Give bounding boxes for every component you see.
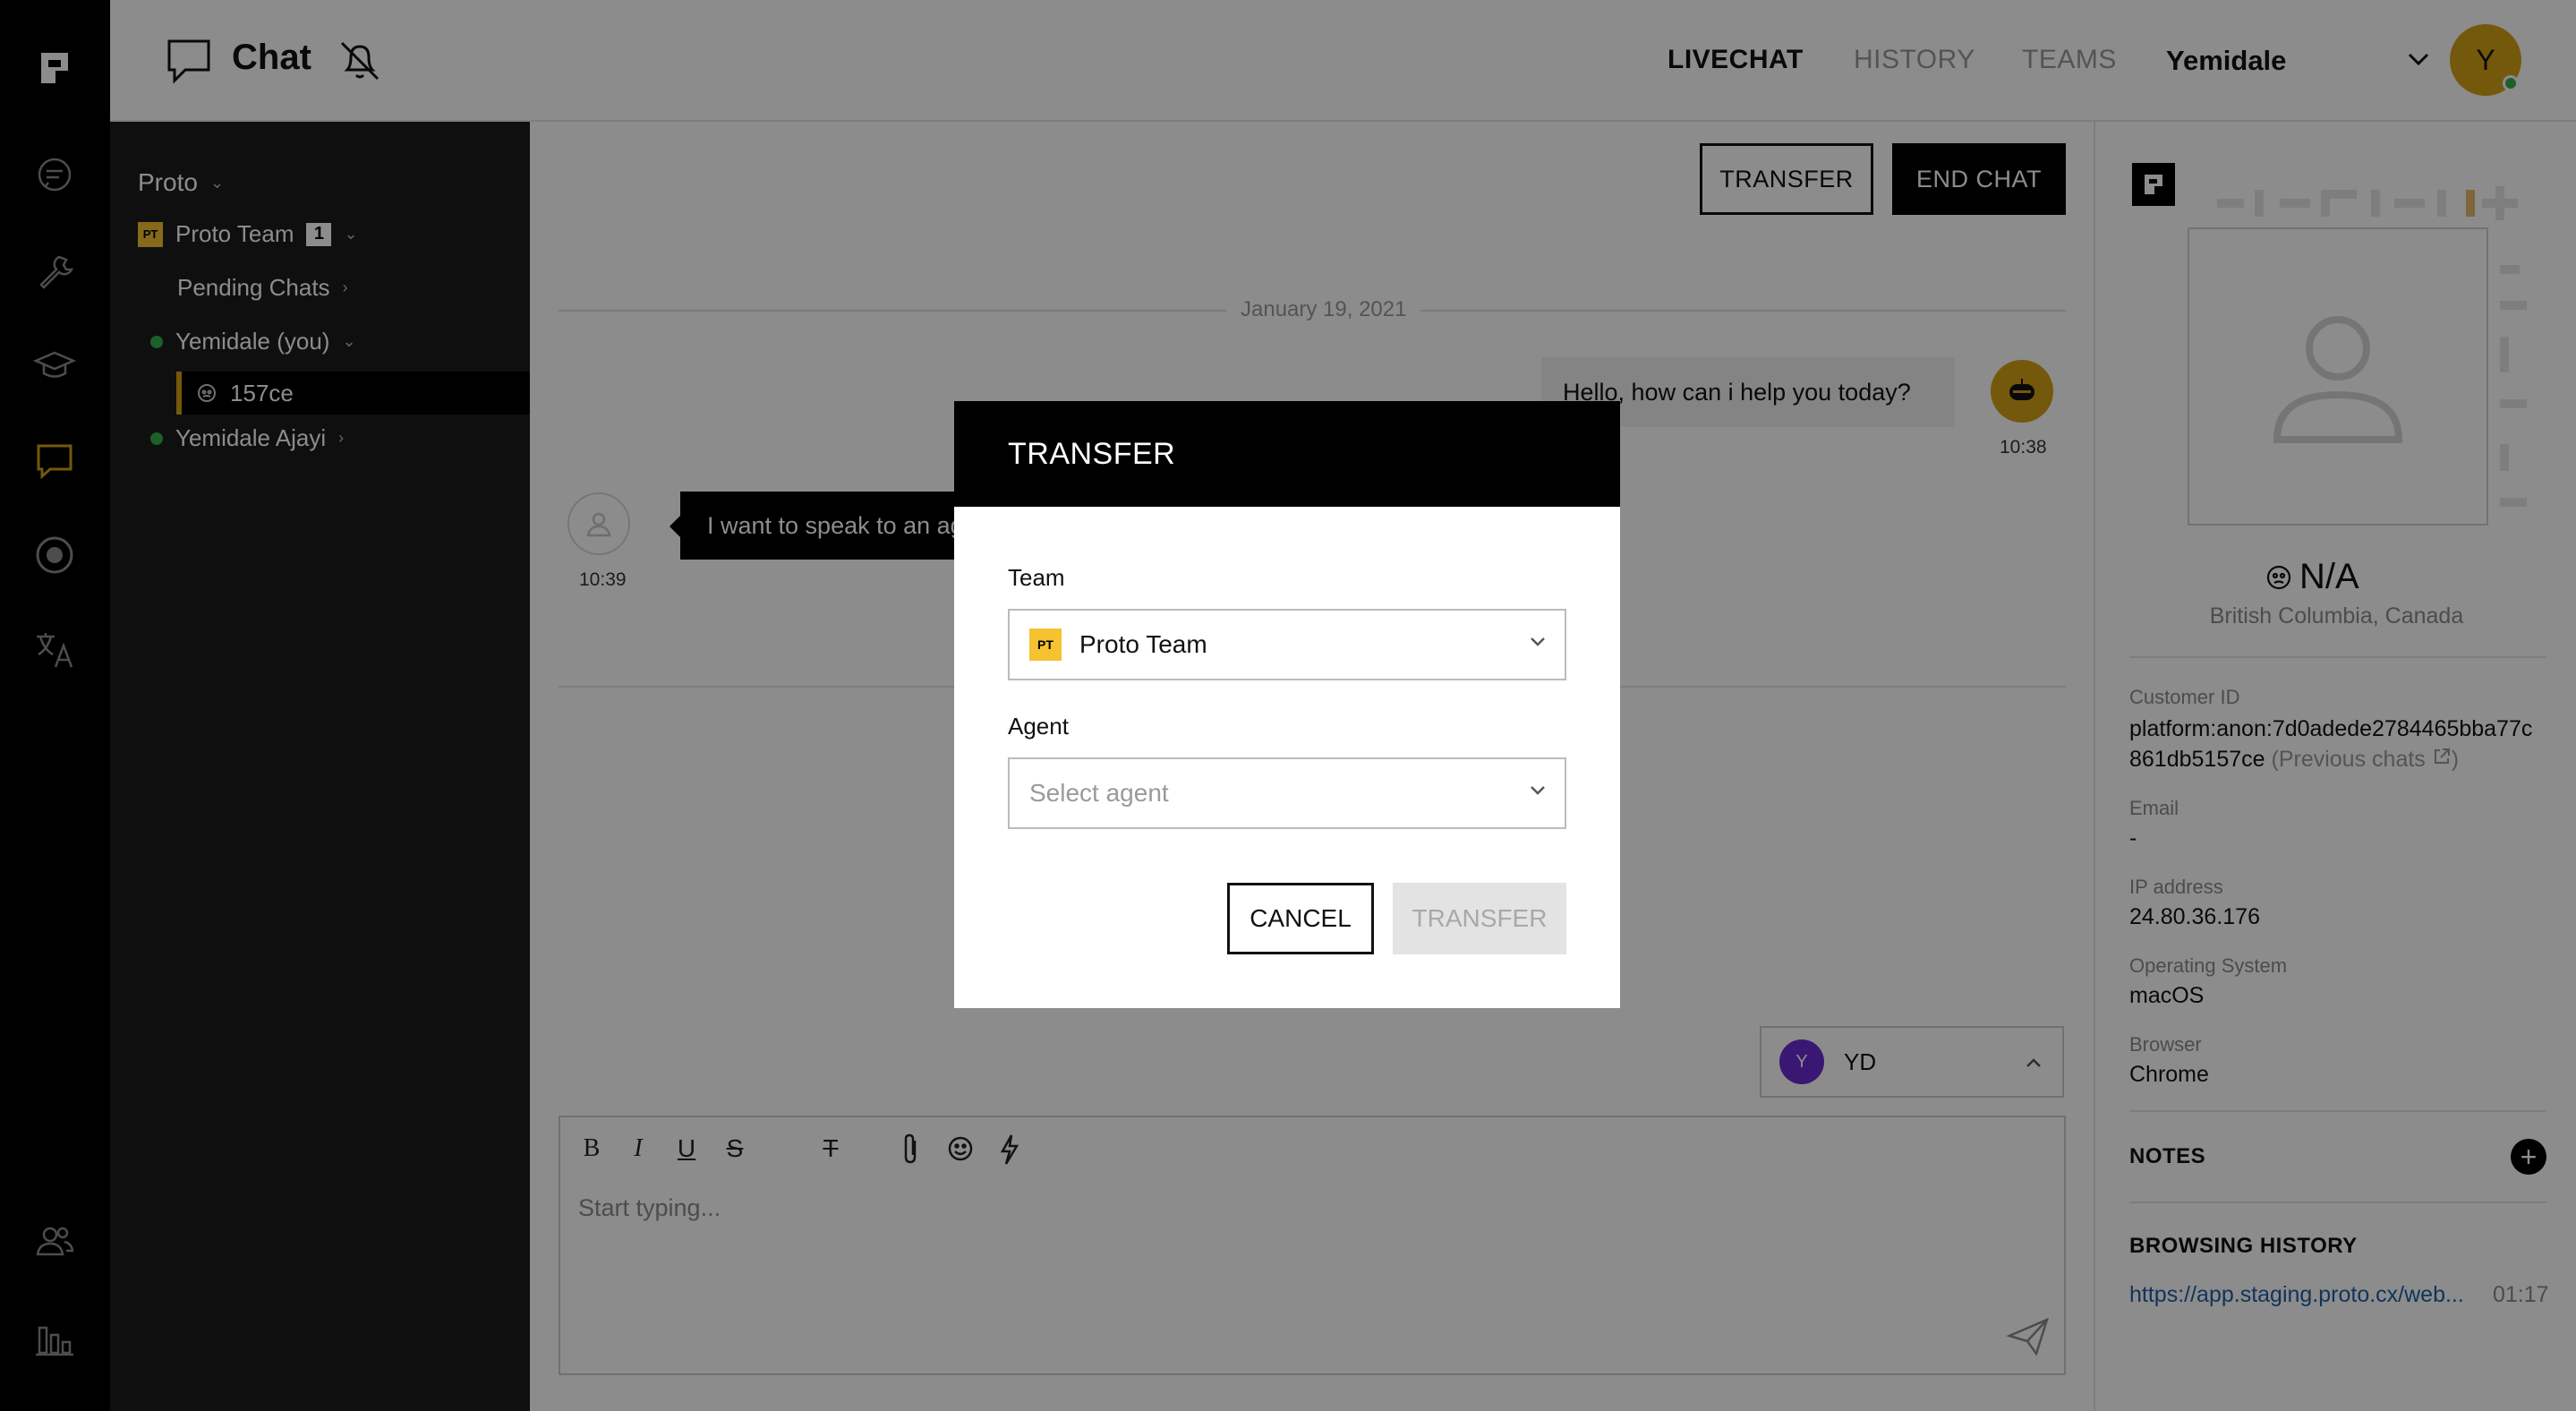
- chevron-down-icon: [1531, 637, 1545, 646]
- cancel-button[interactable]: CANCEL: [1227, 883, 1374, 954]
- modal-transfer-button[interactable]: TRANSFER: [1393, 883, 1566, 954]
- team-select[interactable]: PT Proto Team: [1008, 609, 1566, 680]
- transfer-modal: TRANSFER Team PT Proto Team Agent Select…: [954, 401, 1620, 1008]
- agent-select[interactable]: Select agent: [1008, 757, 1566, 829]
- modal-title: TRANSFER: [954, 401, 1620, 507]
- chevron-down-icon: [1531, 786, 1545, 795]
- team-select-value: Proto Team: [1079, 630, 1207, 658]
- agent-field-label: Agent: [1008, 713, 1069, 740]
- agent-select-placeholder: Select agent: [1029, 779, 1169, 807]
- team-badge: PT: [1029, 629, 1062, 661]
- team-field-label: Team: [1008, 564, 1065, 591]
